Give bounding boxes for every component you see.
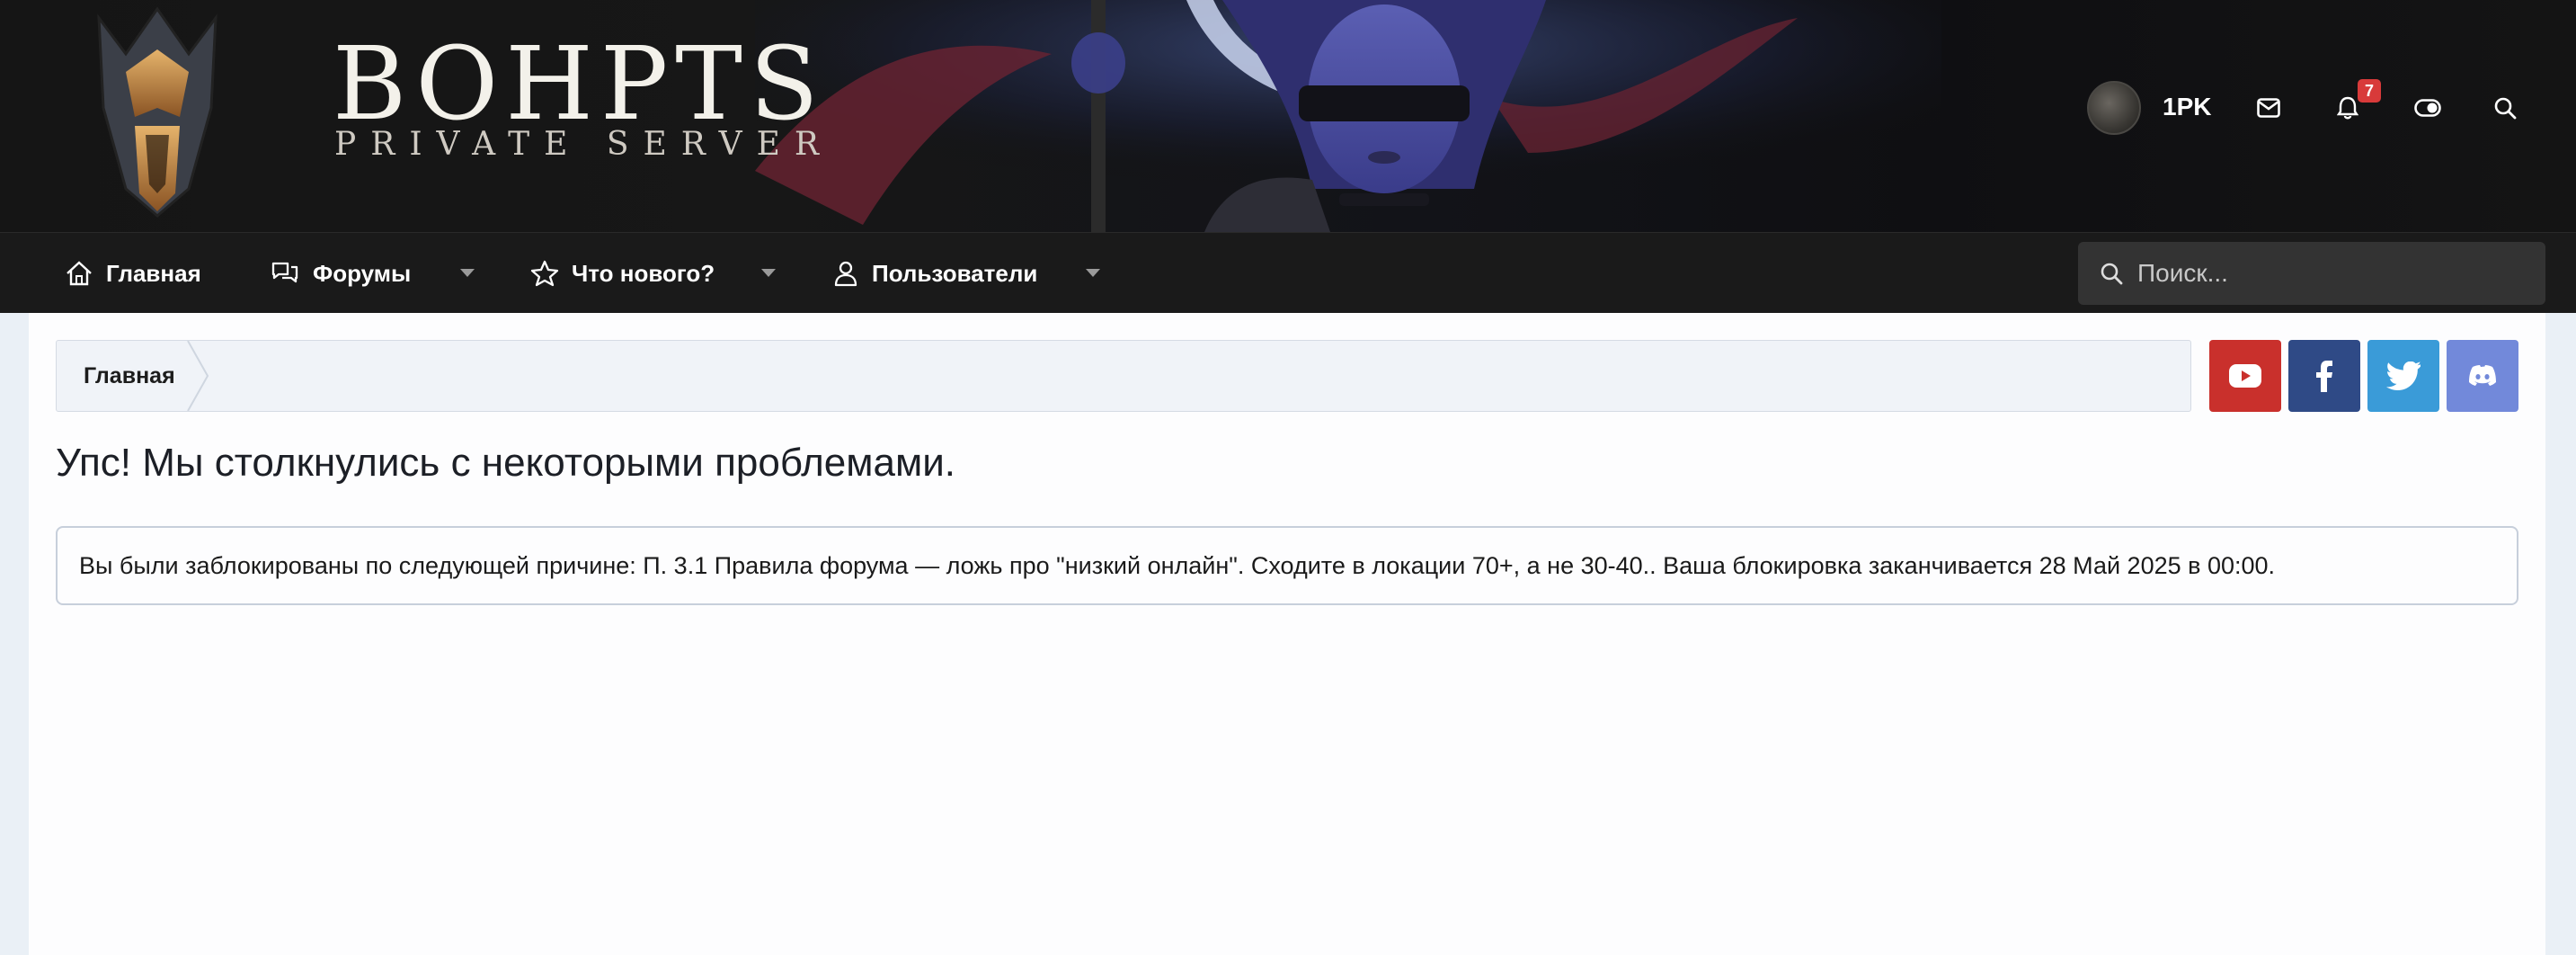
discord-icon	[2469, 365, 2496, 386]
nav-item-users[interactable]: Пользователи	[832, 233, 1037, 314]
helmet-logo-icon	[97, 6, 218, 218]
discord-button[interactable]	[2447, 340, 2518, 412]
home-icon	[67, 261, 92, 286]
ban-notice: Вы были заблокированы по следующей причи…	[56, 526, 2518, 605]
nav-search[interactable]	[2078, 242, 2545, 305]
ban-message: Вы были заблокированы по следующей причи…	[79, 551, 2276, 579]
envelope-icon[interactable]	[2249, 88, 2288, 128]
user-icon	[834, 261, 857, 287]
nav-label-forums: Форумы	[313, 259, 412, 287]
facebook-icon	[2316, 361, 2332, 392]
breadcrumb-item-home[interactable]: Главная	[84, 341, 175, 411]
users-dropdown-caret[interactable]	[1086, 269, 1100, 277]
search-icon[interactable]	[2485, 88, 2525, 128]
breadcrumb-separator	[187, 341, 209, 411]
logo-title: BOHPTS	[333, 26, 826, 143]
breadcrumb: Главная	[56, 340, 2191, 412]
nav-item-home[interactable]: Главная	[65, 233, 201, 314]
search-input[interactable]	[2137, 259, 2515, 288]
forums-dropdown-caret[interactable]	[460, 269, 475, 277]
nav-label-home: Главная	[106, 259, 201, 287]
nav-label-whats-new: Что нового?	[572, 259, 715, 287]
avatar[interactable]	[2087, 81, 2141, 135]
theme-toggle-icon[interactable]	[2408, 88, 2447, 128]
youtube-icon	[2229, 364, 2261, 388]
facebook-button[interactable]	[2288, 340, 2360, 412]
nav-item-whats-new[interactable]: Что нового?	[530, 233, 715, 314]
logo-subtitle: PRIVATE SERVER	[334, 126, 834, 163]
nav-item-forums[interactable]: Форумы	[270, 233, 411, 314]
username[interactable]: 1PK	[2163, 93, 2211, 121]
site-header: BOHPTS PRIVATE SERVER 1PK 7	[0, 0, 2576, 232]
banner-artwork	[755, 0, 1941, 232]
comments-icon	[271, 262, 298, 283]
whats-new-dropdown-caret[interactable]	[761, 269, 776, 277]
twitter-button[interactable]	[2367, 340, 2439, 412]
page-title: Упс! Мы столкнулись с некоторыми проблем…	[56, 441, 955, 485]
search-icon	[2101, 263, 2123, 285]
nav-label-users: Пользователи	[872, 259, 1038, 287]
youtube-button[interactable]	[2209, 340, 2281, 412]
twitter-icon	[2386, 361, 2421, 390]
site-logo[interactable]: BOHPTS PRIVATE SERVER	[90, 0, 819, 225]
notification-badge: 7	[2358, 79, 2381, 103]
star-icon	[530, 260, 559, 287]
